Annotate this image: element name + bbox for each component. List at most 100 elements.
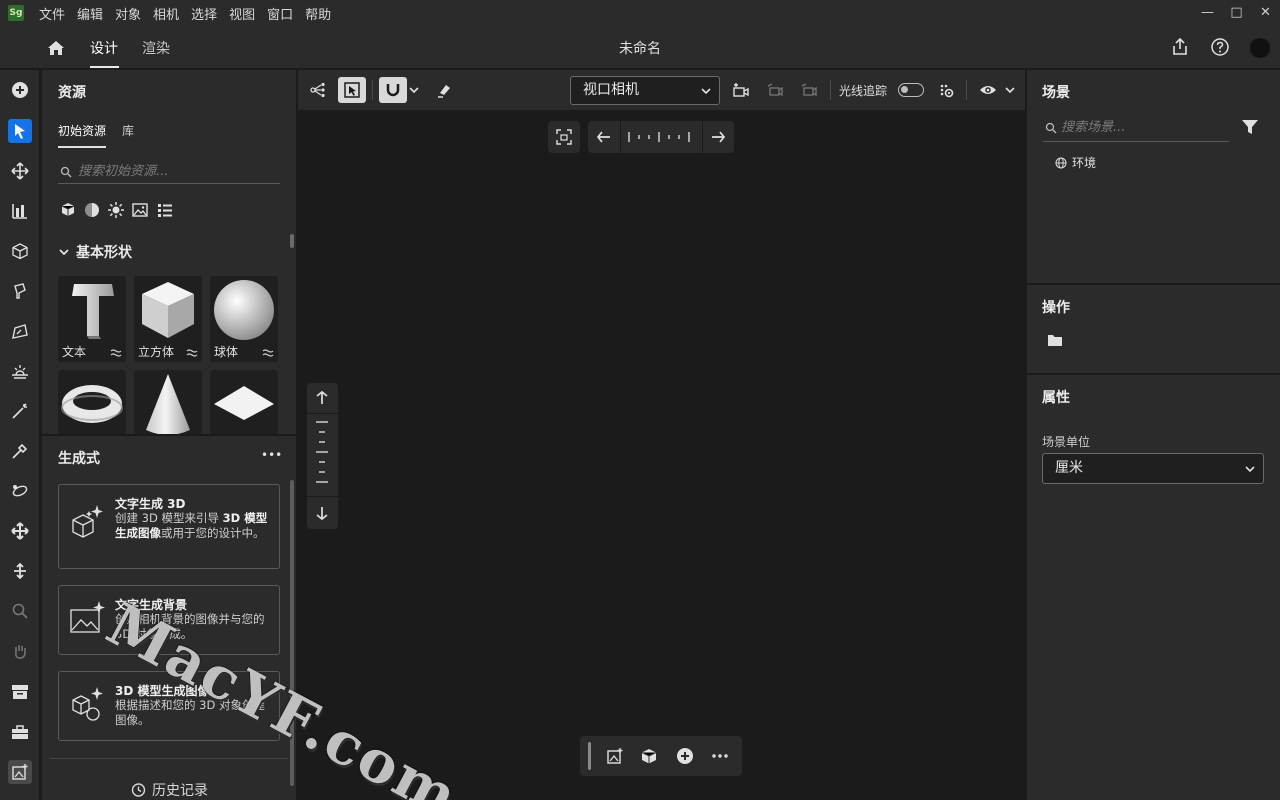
align-icon bbox=[12, 204, 27, 219]
horizon-tool[interactable] bbox=[8, 359, 32, 383]
add-button[interactable] bbox=[8, 78, 32, 102]
scene-graph-button[interactable] bbox=[304, 77, 332, 103]
tab-active-indicator bbox=[90, 66, 119, 68]
adjust-icon[interactable] bbox=[186, 347, 198, 359]
view-options-button[interactable] bbox=[974, 77, 1002, 103]
shape-torus[interactable] bbox=[58, 370, 126, 434]
render-settings-button[interactable] bbox=[932, 77, 960, 103]
snap-button[interactable] bbox=[379, 77, 407, 103]
help-icon[interactable] bbox=[1210, 37, 1230, 57]
model-tool[interactable] bbox=[8, 239, 32, 263]
adjust-icon[interactable] bbox=[262, 347, 274, 359]
scene-unit-select[interactable]: 厘米 bbox=[1042, 453, 1264, 484]
tab-design[interactable]: 设计 bbox=[90, 38, 118, 58]
paint-tool[interactable] bbox=[8, 279, 32, 303]
add-icon[interactable] bbox=[676, 747, 694, 765]
menu-file[interactable]: 文件 bbox=[33, 4, 71, 23]
shape-cone[interactable] bbox=[134, 370, 202, 434]
text-to-3d-card[interactable]: 文字生成 3D 创建 3D 模型来引导 3D 模型生成图像或用于您的设计中。 bbox=[58, 484, 280, 569]
eyedropper-tool[interactable] bbox=[8, 439, 32, 463]
scene-search-input[interactable] bbox=[1061, 120, 1221, 135]
horizontal-nav-slider[interactable] bbox=[588, 121, 734, 153]
slider-ticks bbox=[628, 132, 690, 142]
subtab-starter-assets[interactable]: 初始资源 bbox=[58, 122, 106, 139]
menu-camera[interactable]: 相机 bbox=[147, 4, 185, 23]
menu-view[interactable]: 视图 bbox=[223, 4, 261, 23]
orbit-tool[interactable] bbox=[8, 479, 32, 503]
minimize-button[interactable]: — bbox=[1193, 0, 1222, 26]
menu-edit[interactable]: 编辑 bbox=[71, 4, 109, 23]
pan-tool[interactable] bbox=[8, 519, 32, 543]
cube-icon[interactable] bbox=[640, 747, 658, 765]
filter-icon[interactable] bbox=[1241, 118, 1259, 136]
raytrace-toggle[interactable] bbox=[898, 83, 924, 97]
fit-view-button[interactable] bbox=[548, 121, 580, 153]
chevron-down-icon[interactable] bbox=[1005, 85, 1015, 95]
shape-text[interactable]: 文本 bbox=[58, 276, 126, 362]
arrow-down-icon[interactable] bbox=[314, 505, 330, 521]
arrow-left-icon[interactable] bbox=[596, 129, 612, 145]
scene-item-environment[interactable]: 环境 bbox=[1055, 154, 1096, 171]
chevron-down-icon[interactable] bbox=[409, 85, 419, 95]
hand-tool[interactable] bbox=[8, 639, 32, 663]
shape-plane[interactable] bbox=[210, 370, 278, 434]
light-filter-icon[interactable] bbox=[106, 200, 126, 220]
title-bar: Sg 文件 编辑 对象 相机 选择 视图 窗口 帮助 — □ ✕ bbox=[0, 0, 1280, 26]
maximize-button[interactable]: □ bbox=[1222, 0, 1251, 26]
shape-sphere[interactable]: 球体 bbox=[210, 276, 278, 362]
tab-render[interactable]: 渲染 bbox=[142, 38, 170, 58]
assets-search bbox=[58, 160, 280, 184]
arrow-right-icon[interactable] bbox=[710, 129, 726, 145]
add-camera-button[interactable] bbox=[727, 77, 755, 103]
list-view-icon[interactable] bbox=[155, 200, 175, 220]
shape-cube[interactable]: 立方体 bbox=[134, 276, 202, 362]
subtab-library[interactable]: 库 bbox=[122, 122, 134, 139]
magic-wand-icon bbox=[12, 403, 27, 419]
menu-select[interactable]: 选择 bbox=[185, 4, 223, 23]
slider-ticks bbox=[316, 421, 328, 483]
vertical-nav-slider[interactable] bbox=[307, 383, 338, 529]
menu-object[interactable]: 对象 bbox=[109, 4, 147, 23]
share-icon[interactable] bbox=[1170, 37, 1190, 57]
avatar[interactable] bbox=[1250, 38, 1270, 58]
text-shape-icon bbox=[72, 284, 114, 339]
archive-tool[interactable] bbox=[8, 680, 32, 704]
shape-label: 文本 bbox=[62, 345, 87, 359]
assets-search-input[interactable] bbox=[78, 164, 258, 179]
more-icon[interactable] bbox=[711, 747, 729, 765]
more-options-button[interactable]: ••• bbox=[261, 448, 282, 462]
viewport[interactable]: 视口相机 光线追踪 bbox=[298, 70, 1025, 800]
draw-tool[interactable] bbox=[8, 319, 32, 343]
select-mode-button[interactable] bbox=[338, 77, 366, 103]
assets-scrollbar[interactable] bbox=[290, 234, 294, 248]
arrow-up-icon[interactable] bbox=[314, 390, 330, 406]
magic-wand-tool[interactable] bbox=[8, 399, 32, 423]
close-button[interactable]: ✕ bbox=[1251, 0, 1280, 26]
basic-shapes-header[interactable]: 基本形状 bbox=[58, 242, 132, 262]
torus-shape-icon bbox=[61, 385, 123, 423]
image-filter-icon[interactable] bbox=[130, 200, 150, 220]
image-add-tool[interactable] bbox=[8, 760, 32, 784]
history-button[interactable]: 历史记录 bbox=[42, 780, 296, 800]
camera-next-button[interactable] bbox=[795, 77, 823, 103]
move-tool[interactable] bbox=[8, 159, 32, 183]
menu-help[interactable]: 帮助 bbox=[299, 4, 337, 23]
dolly-tool[interactable] bbox=[8, 559, 32, 583]
image-add-icon[interactable] bbox=[606, 747, 624, 765]
camera-prev-button[interactable] bbox=[761, 77, 789, 103]
scene-item-label: 环境 bbox=[1072, 156, 1097, 170]
toolbox-tool[interactable] bbox=[8, 720, 32, 744]
align-tool[interactable] bbox=[8, 199, 32, 223]
select-tool[interactable] bbox=[8, 119, 32, 143]
adjust-icon[interactable] bbox=[110, 347, 122, 359]
home-icon[interactable] bbox=[46, 38, 66, 58]
folder-icon[interactable] bbox=[1047, 333, 1063, 347]
material-filter-icon[interactable] bbox=[82, 200, 102, 220]
drop-to-ground-button[interactable] bbox=[430, 77, 458, 103]
camera-select[interactable]: 视口相机 bbox=[570, 76, 720, 105]
move-icon bbox=[11, 162, 29, 180]
menu-window[interactable]: 窗口 bbox=[261, 4, 299, 23]
drag-handle[interactable] bbox=[588, 742, 591, 770]
model-filter-icon[interactable] bbox=[58, 200, 78, 220]
zoom-tool[interactable] bbox=[8, 599, 32, 623]
